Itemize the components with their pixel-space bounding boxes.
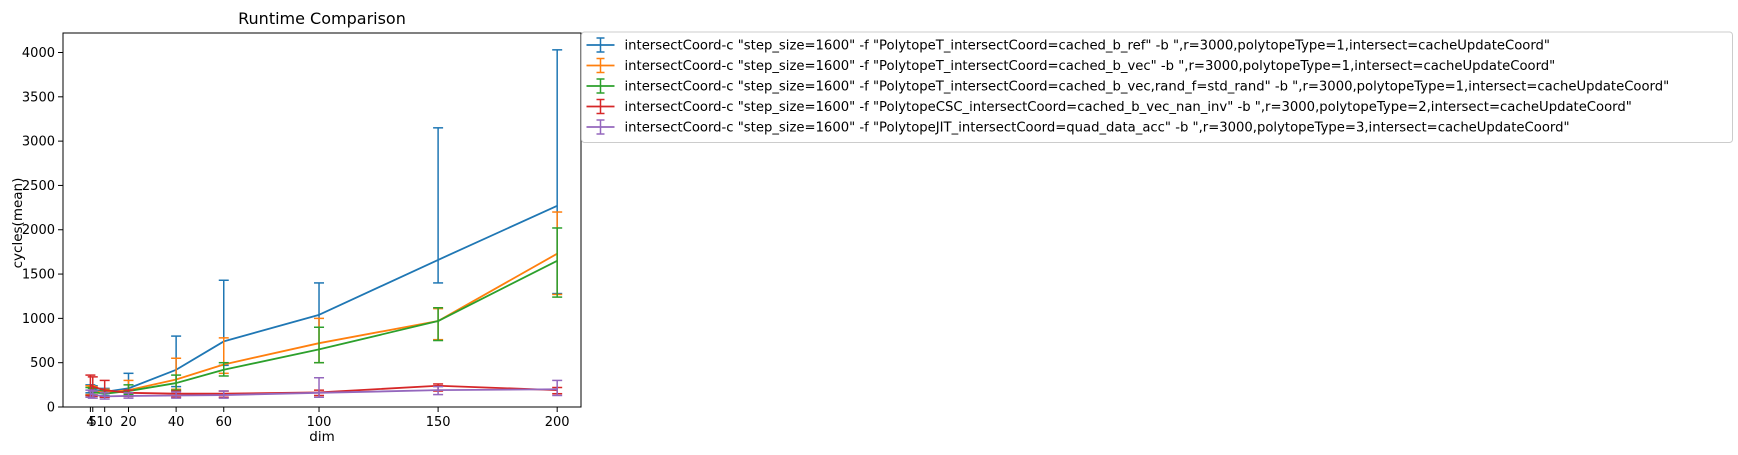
legend-item: intersectCoord-c "step_size=1600" -f "Po… (586, 98, 1632, 115)
x-tick-label: 10 (96, 415, 113, 430)
y-tick-label: 2000 (22, 223, 55, 238)
legend-label: intersectCoord-c "step_size=1600" -f "Po… (625, 100, 1632, 115)
legend-label: intersectCoord-c "step_size=1600" -f "Po… (625, 80, 1670, 95)
x-tick-label: 150 (426, 415, 451, 430)
legend-item: intersectCoord-c "step_size=1600" -f "Po… (586, 119, 1570, 136)
x-tick-label: 40 (168, 415, 185, 430)
chart-title: Runtime Comparison (238, 9, 406, 28)
x-tick-label: 100 (307, 415, 332, 430)
y-tick-label: 3000 (22, 135, 55, 150)
legend-item: intersectCoord-c "step_size=1600" -f "Po… (586, 37, 1550, 54)
legend-label: intersectCoord-c "step_size=1600" -f "Po… (625, 121, 1570, 136)
y-tick-label: 0 (47, 401, 55, 416)
x-tick-label: 60 (215, 415, 232, 430)
y-tick-label: 1000 (22, 312, 55, 327)
legend-label: intersectCoord-c "step_size=1600" -f "Po… (625, 59, 1556, 74)
legend-label: intersectCoord-c "step_size=1600" -f "Po… (625, 39, 1550, 54)
y-axis-label: cycles(mean) (10, 178, 26, 269)
y-tick-label: 500 (30, 356, 55, 371)
y-tick-label: 3500 (22, 90, 55, 105)
x-tick-label: 20 (120, 415, 137, 430)
runtime-comparison-chart: Runtime Comparison 45 10 20 40 60 100 150 200 0… (0, 0, 1738, 455)
legend: intersectCoord-c "step_size=1600" -f "Po… (581, 31, 1733, 143)
legend-item: intersectCoord-c "step_size=1600" -f "Po… (586, 78, 1670, 95)
legend-item: intersectCoord-c "step_size=1600" -f "Po… (586, 57, 1556, 74)
y-tick-label: 4000 (22, 46, 55, 61)
x-axis-label: dim (309, 429, 334, 445)
y-tick-label: 1500 (22, 268, 55, 283)
x-tick-label: 200 (545, 415, 570, 430)
y-tick-label: 2500 (22, 179, 55, 194)
